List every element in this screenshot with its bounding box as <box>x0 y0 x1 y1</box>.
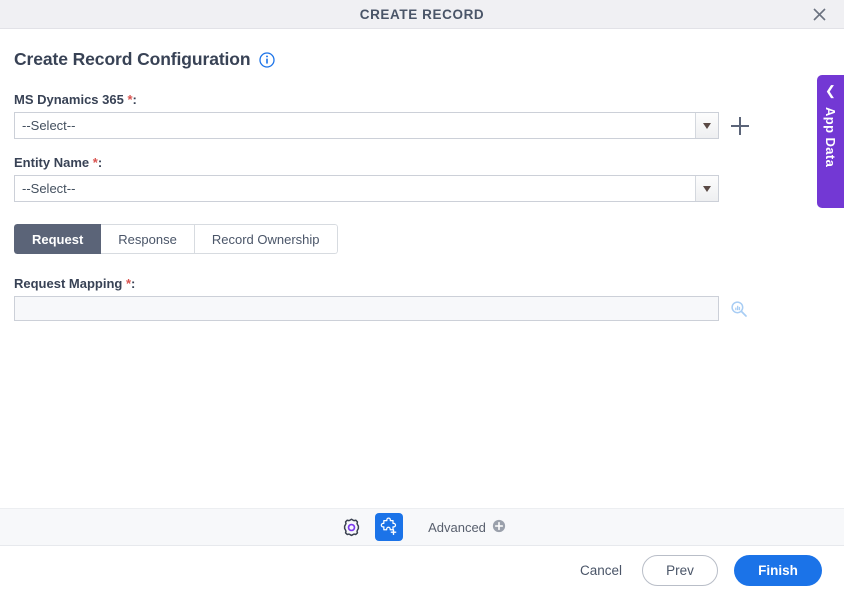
label-colon: : <box>97 155 103 170</box>
label-text: MS Dynamics 365 <box>14 92 124 107</box>
app-data-panel-toggle[interactable]: ❮ App Data <box>817 75 844 208</box>
label-text: Request Mapping <box>14 276 123 291</box>
finish-button[interactable]: Finish <box>734 554 822 586</box>
close-icon <box>812 7 827 22</box>
configuration-tabs: Request Response Record Ownership <box>14 224 338 254</box>
chevron-down-icon[interactable] <box>695 176 718 201</box>
dialog-footer: Cancel Prev Finish <box>0 546 844 594</box>
tab-label: Record Ownership <box>211 231 320 247</box>
magnifier-icon[interactable] <box>729 299 749 319</box>
add-connection-button[interactable] <box>729 115 751 137</box>
tab-record-ownership[interactable]: Record Ownership <box>194 224 338 254</box>
label-text: Entity Name <box>14 155 90 170</box>
tab-request[interactable]: Request <box>14 224 102 254</box>
ms-dynamics-365-select-value: --Select-- <box>22 118 76 133</box>
puzzle-plus-icon[interactable] <box>375 513 404 541</box>
chevron-left-icon: ❮ <box>825 83 836 98</box>
window-titlebar: CREATE RECORD <box>0 0 844 29</box>
field-label-ms-dynamics-365: MS Dynamics 365 *: <box>14 92 830 107</box>
circle-plus-icon[interactable] <box>492 519 506 536</box>
label-colon: : <box>131 276 136 291</box>
entity-name-select-value: --Select-- <box>22 181 76 196</box>
tab-label: Request <box>32 231 84 247</box>
close-button[interactable] <box>802 0 836 29</box>
chevron-down-icon[interactable] <box>695 113 718 138</box>
tab-label: Response <box>118 231 177 247</box>
advanced-toggle[interactable]: Advanced <box>428 519 506 536</box>
info-icon[interactable] <box>258 51 275 68</box>
page-title: Create Record Configuration <box>14 49 251 69</box>
request-mapping-input[interactable] <box>14 296 719 321</box>
field-label-entity-name: Entity Name *: <box>14 155 830 170</box>
label-colon: : <box>132 92 137 107</box>
field-label-request-mapping: Request Mapping *: <box>14 276 830 291</box>
prev-button[interactable]: Prev <box>642 554 718 586</box>
bottom-toolbar: Advanced <box>0 508 844 546</box>
field-ms-dynamics-365: MS Dynamics 365 *: --Select-- <box>14 92 830 139</box>
field-request-mapping: Request Mapping *: <box>14 276 830 321</box>
dialog-body: Create Record Configuration MS Dynamics … <box>0 29 844 594</box>
field-entity-name: Entity Name *: --Select-- <box>14 155 830 202</box>
field-row-request-mapping <box>14 296 830 321</box>
window-title: CREATE RECORD <box>359 6 485 22</box>
field-row-entity-name: --Select-- <box>14 175 830 202</box>
gear-icon[interactable] <box>338 514 364 540</box>
entity-name-select[interactable]: --Select-- <box>14 175 719 202</box>
app-data-label: App Data <box>823 107 838 168</box>
field-row-ms-dynamics-365: --Select-- <box>14 112 830 139</box>
page-heading: Create Record Configuration <box>14 49 830 70</box>
tab-response[interactable]: Response <box>101 224 195 254</box>
ms-dynamics-365-select[interactable]: --Select-- <box>14 112 719 139</box>
advanced-label: Advanced <box>428 519 486 535</box>
form-content: Create Record Configuration MS Dynamics … <box>0 29 844 508</box>
cancel-button[interactable]: Cancel <box>576 557 626 584</box>
